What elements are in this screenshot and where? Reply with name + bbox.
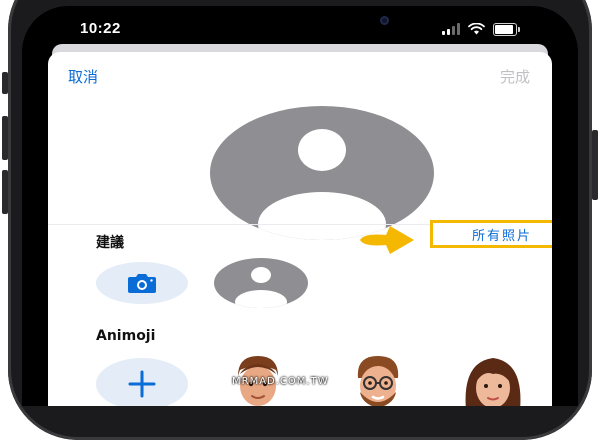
all-photos-link[interactable]: 所有照片: [472, 225, 532, 244]
camera-icon: [128, 274, 156, 293]
phone-screen: 10:22 取消 完成 建議 所有照片 Animoji: [22, 6, 578, 406]
mute-switch: [2, 72, 8, 94]
animoji-title: Animoji: [96, 328, 156, 344]
suggested-avatar[interactable]: [214, 258, 308, 308]
volume-up-button: [2, 116, 8, 160]
camera-button[interactable]: [96, 262, 188, 304]
watermark: MRMAD.COM.TW: [232, 376, 329, 387]
power-button: [592, 130, 598, 200]
memoji-glasses-man-icon[interactable]: [346, 352, 410, 406]
cancel-button[interactable]: 取消: [68, 66, 98, 87]
add-animoji-button[interactable]: [96, 358, 188, 406]
battery-icon: [493, 22, 520, 36]
cellular-signal-icon: [442, 23, 460, 35]
contact-photo-placeholder[interactable]: [210, 106, 434, 240]
volume-down-button: [2, 170, 8, 214]
memoji-woman-icon[interactable]: [458, 352, 528, 406]
wifi-icon: [468, 23, 485, 35]
status-time: 10:22: [80, 20, 121, 37]
status-icons: [442, 22, 520, 36]
highlight-arrow-icon: [360, 226, 414, 254]
done-button[interactable]: 完成: [500, 66, 530, 87]
photo-picker-sheet: 取消 完成 建議 所有照片 Animoji: [48, 52, 552, 406]
suggestions-title: 建議: [96, 235, 124, 251]
front-camera: [380, 16, 389, 25]
phone-frame: 10:22 取消 完成 建議 所有照片 Animoji MRMAD.COM.TW: [0, 0, 600, 440]
notch: [248, 6, 418, 36]
all-photos-highlight: 所有照片: [430, 220, 552, 248]
plus-icon: [128, 370, 156, 398]
